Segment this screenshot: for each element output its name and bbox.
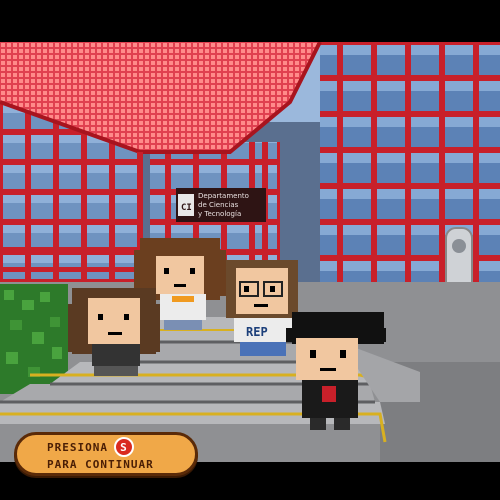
press-to-continue-prompt[interactable]: PRESIONA S PARA CONTINUAR: [14, 432, 198, 476]
sign-line-3: y Tecnología: [198, 210, 241, 218]
letterbox-top: [0, 0, 500, 42]
s-key-icon[interactable]: S: [113, 437, 134, 457]
green-bush: [0, 284, 68, 394]
prompt-line-2: PARA CONTINUAR: [47, 458, 154, 471]
sign-line-1: Departamento: [198, 192, 249, 200]
sign-line-2: de Ciencias: [198, 201, 239, 209]
rep-shirt-text: REP: [246, 325, 268, 339]
svg-text:CI: CI: [181, 203, 192, 213]
building-background: CI Departamento de Ciencias y Tecnología: [0, 42, 500, 462]
key-label: S: [120, 440, 128, 454]
prompt-line-1: PRESIONA: [47, 440, 108, 454]
game-scene: CI Departamento de Ciencias y Tecnología: [0, 42, 500, 462]
